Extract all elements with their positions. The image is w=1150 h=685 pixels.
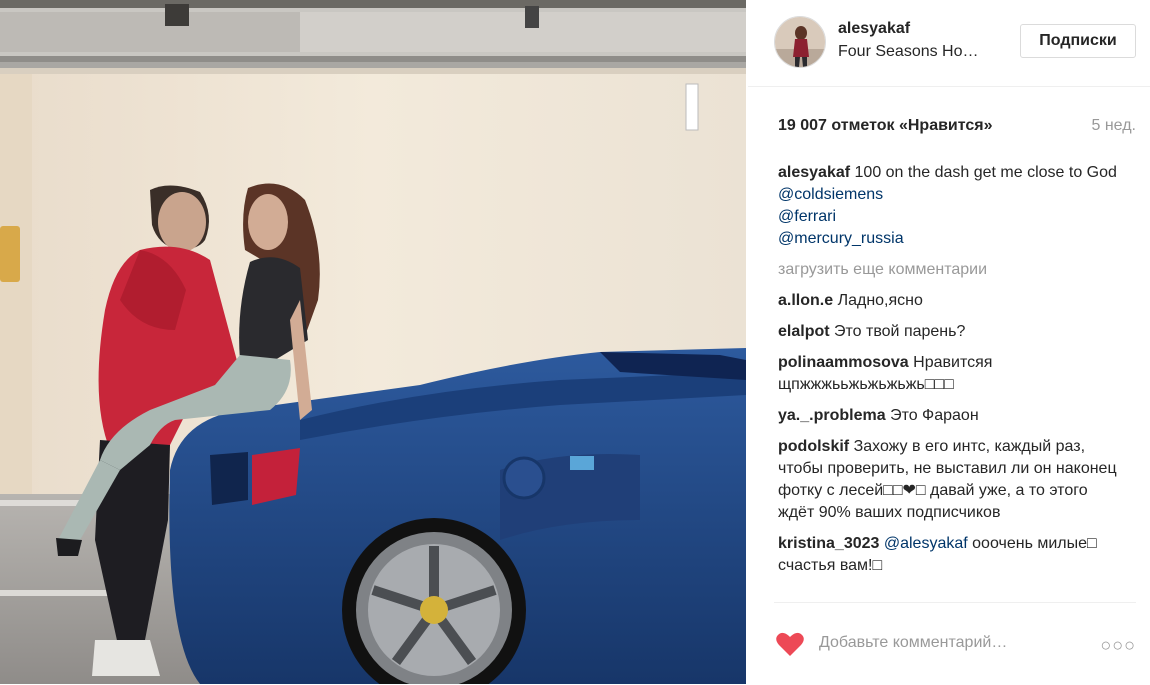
- mention-link[interactable]: @coldsiemens: [778, 186, 883, 203]
- post-photo[interactable]: [0, 0, 746, 684]
- avatar-image: [775, 17, 825, 67]
- comment-item: kristina_3023 @alesyakaf ооочень милые□ …: [778, 533, 1128, 577]
- comment-item: podolskif Захожу в его интс, каждый раз,…: [778, 436, 1128, 524]
- likes-row: 19 007 отметок «Нравится» 5 нед.: [778, 117, 1136, 135]
- likes-count[interactable]: 19 007 отметок «Нравится»: [778, 117, 993, 134]
- post-age[interactable]: 5 нед.: [1091, 117, 1136, 135]
- comment-text: Ладно,ясно: [837, 292, 923, 309]
- avatar[interactable]: [774, 16, 826, 68]
- comment-item: a.llon.e Ладно,ясно: [778, 290, 1128, 312]
- comment-item: ya._.problema Это Фараон: [778, 405, 1128, 427]
- comment-footer: Добавьте комментарий… ○○○: [774, 602, 1136, 685]
- post-sidebar: alesyakaf Four Seasons Ho… Подписки 19 0…: [748, 0, 1150, 684]
- post-location[interactable]: Four Seasons Ho…: [838, 43, 979, 61]
- following-button[interactable]: Подписки: [1020, 24, 1136, 58]
- mention-link[interactable]: @alesyakaf: [884, 535, 968, 552]
- comment-text: Это твой парень?: [834, 323, 966, 340]
- heart-icon-shape: [776, 632, 804, 656]
- heart-icon[interactable]: [776, 631, 804, 657]
- add-comment-input[interactable]: Добавьте комментарий…: [819, 634, 1007, 652]
- comment-author[interactable]: podolskif: [778, 438, 849, 455]
- mention-link[interactable]: @ferrari: [778, 208, 836, 225]
- comment-author[interactable]: elalpot: [778, 323, 830, 340]
- post-header: alesyakaf Four Seasons Ho… Подписки: [748, 0, 1150, 87]
- comment-text: Это Фараон: [890, 407, 979, 424]
- comment-item: polinaammosova Нравитсяя щпжжжььжьжьжьжь…: [778, 352, 1128, 396]
- more-options-icon[interactable]: ○○○: [1100, 635, 1136, 656]
- mention-link[interactable]: @mercury_russia: [778, 230, 904, 247]
- comment-item: elalpot Это твой парень?: [778, 321, 1128, 343]
- post-photo-image: [0, 0, 746, 684]
- caption-text: 100 on the dash get me close to God: [854, 164, 1117, 181]
- comment-list: alesyakaf 100 on the dash get me close t…: [778, 162, 1128, 586]
- comment-author[interactable]: kristina_3023: [778, 535, 879, 552]
- comment-author[interactable]: a.llon.e: [778, 292, 833, 309]
- load-more-comments-link[interactable]: загрузить еще комментарии: [778, 259, 1128, 281]
- comment-author[interactable]: ya._.problema: [778, 407, 886, 424]
- comment-author[interactable]: polinaammosova: [778, 354, 909, 371]
- caption-author[interactable]: alesyakaf: [778, 164, 850, 181]
- post-username[interactable]: alesyakaf: [838, 20, 910, 38]
- caption: alesyakaf 100 on the dash get me close t…: [778, 162, 1128, 250]
